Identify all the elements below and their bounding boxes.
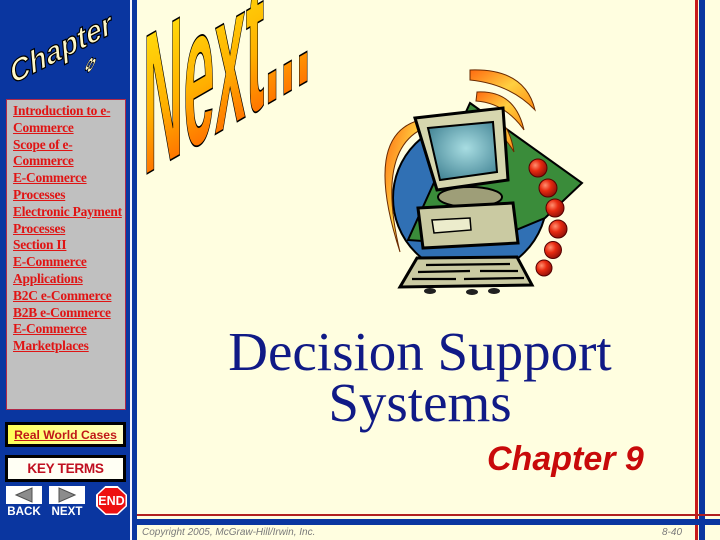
nav-link-applications[interactable]: E-Commerce Applications: [13, 254, 126, 288]
key-terms-label: KEY TERMS: [27, 461, 104, 476]
next-wordart: Next...: [142, 0, 311, 200]
slide-title-line-2: Systems: [328, 372, 512, 433]
back-button[interactable]: [6, 486, 42, 504]
chapter-heading: Chapter 9: [487, 440, 644, 478]
clipart-monitor-screen: [426, 120, 499, 182]
chapter-nav-panel: Introduction to e-Commerce Scope of e-Co…: [6, 99, 126, 410]
key-terms-button[interactable]: KEY TERMS: [5, 455, 126, 482]
computer-icon: [384, 69, 584, 295]
arrow-right-icon: [58, 487, 77, 503]
next-button[interactable]: [49, 486, 85, 504]
page-number: 8-40: [662, 527, 683, 538]
nav-link-marketplaces[interactable]: E-Commerce Marketplaces: [13, 321, 126, 355]
end-label: END: [97, 487, 126, 514]
nav-link-b2c[interactable]: B2C e-Commerce: [13, 288, 126, 305]
end-button[interactable]: END: [96, 486, 127, 515]
chapter-logo-number: 8: [82, 55, 99, 75]
next-wordart-text: Next...: [143, 0, 311, 200]
clipart-drive-slot: [431, 217, 472, 234]
footer-rule-red: [137, 514, 720, 516]
chapter-logo-word: Chapter: [6, 6, 118, 91]
real-world-cases-button[interactable]: Real World Cases: [5, 422, 126, 447]
nav-link-scope[interactable]: Scope of e-Commerce: [13, 137, 126, 171]
back-label: BACK: [7, 505, 41, 518]
clipart-feet: [424, 288, 500, 295]
nav-link-b2b[interactable]: B2B e-Commerce: [13, 305, 126, 322]
real-world-cases-label: Real World Cases: [14, 427, 117, 442]
chapter-logo: Chapter 8: [6, 6, 119, 92]
copyright-text: Copyright 2005, McGraw-Hill/Irwin, Inc.: [142, 527, 316, 538]
next-label: NEXT: [51, 505, 83, 518]
slide-title-line-1: Decision Support: [228, 321, 612, 382]
nav-link-introduction[interactable]: Introduction to e-Commerce: [13, 103, 126, 137]
right-border-red: [695, 0, 698, 540]
slide-title: Decision Support Systems: [200, 321, 640, 433]
arrow-left-icon: [14, 487, 33, 503]
nav-link-section-ii[interactable]: Section II: [13, 237, 126, 254]
right-border-blue: [699, 0, 705, 540]
footer-rule-blue: [137, 519, 720, 525]
nav-link-processes[interactable]: E-Commerce Processes: [13, 170, 126, 204]
nav-link-electronic-payment[interactable]: Electronic Payment Processes: [13, 204, 126, 238]
